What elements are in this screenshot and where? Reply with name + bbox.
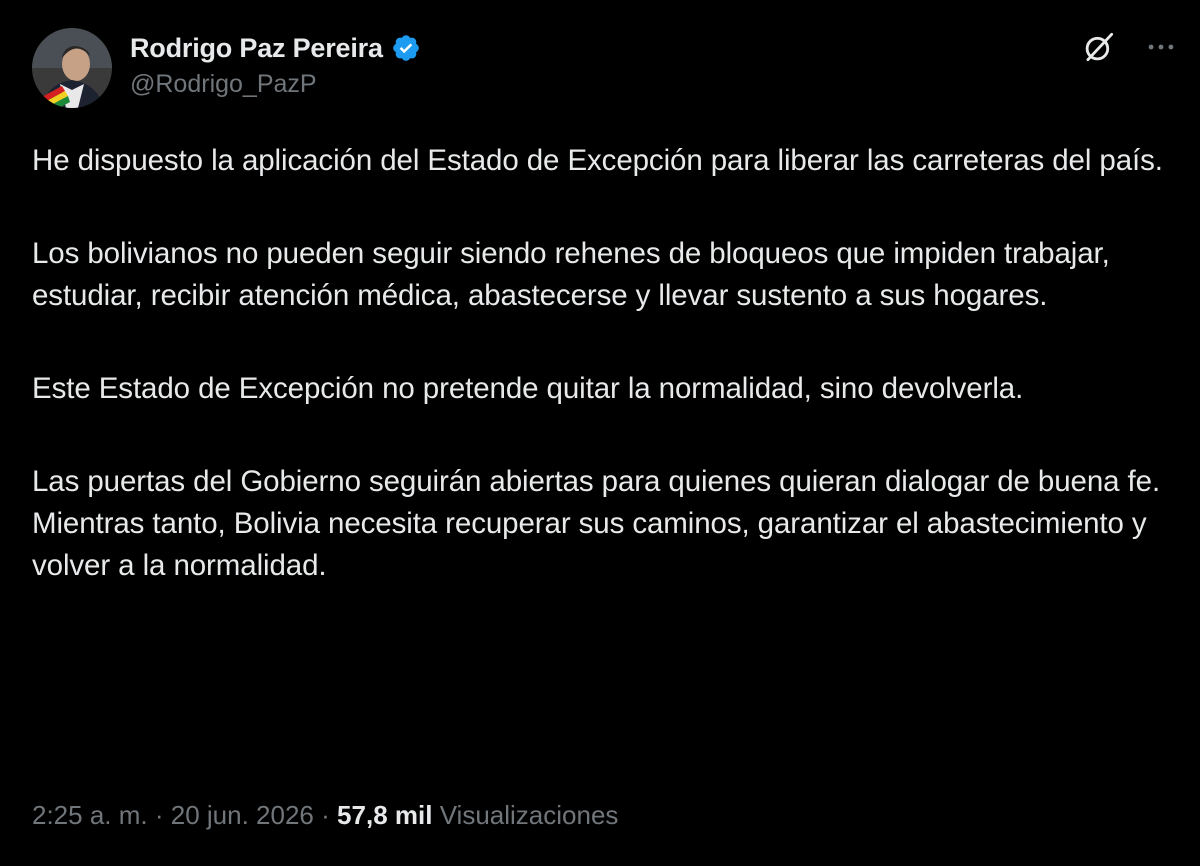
tweet-time[interactable]: 2:25 a. m. bbox=[32, 800, 148, 830]
views-count[interactable]: 57,8 mil bbox=[337, 800, 432, 830]
tweet-text: He dispuesto la aplicación del Estado de… bbox=[32, 140, 1172, 587]
verified-badge-icon bbox=[392, 35, 419, 61]
tweet-date[interactable]: 20 jun. 2026 bbox=[171, 800, 314, 830]
tweet-meta: 2:25 a. m. · 20 jun. 2026 · 57,8 mil Vis… bbox=[32, 800, 618, 831]
more-horizontal-icon[interactable] bbox=[1144, 30, 1178, 64]
tweet-paragraph: Los bolivianos no pueden seguir siendo r… bbox=[32, 237, 1110, 312]
tweet-card: Rodrigo Paz Pereira @Rodrigo_PazP He dis… bbox=[0, 0, 1200, 866]
meta-separator: · bbox=[154, 800, 164, 830]
tweet-paragraph: He dispuesto la aplicación del Estado de… bbox=[32, 144, 1163, 177]
tweet-paragraph: Este Estado de Excepción no pretende qui… bbox=[32, 372, 1024, 405]
grok-icon[interactable] bbox=[1080, 28, 1118, 66]
avatar[interactable] bbox=[32, 28, 112, 108]
meta-separator: · bbox=[321, 800, 330, 830]
avatar-image bbox=[32, 28, 112, 108]
views-label: Visualizaciones bbox=[439, 800, 619, 830]
author-handle[interactable]: @Rodrigo_PazP bbox=[130, 70, 421, 99]
top-actions bbox=[1080, 28, 1178, 66]
name-row: Rodrigo Paz Pereira bbox=[130, 30, 421, 66]
author-display-name[interactable]: Rodrigo Paz Pereira bbox=[130, 33, 383, 64]
tweet-paragraph: Las puertas del Gobierno seguirán abiert… bbox=[32, 465, 1161, 582]
author-block: Rodrigo Paz Pereira @Rodrigo_PazP bbox=[130, 30, 421, 99]
